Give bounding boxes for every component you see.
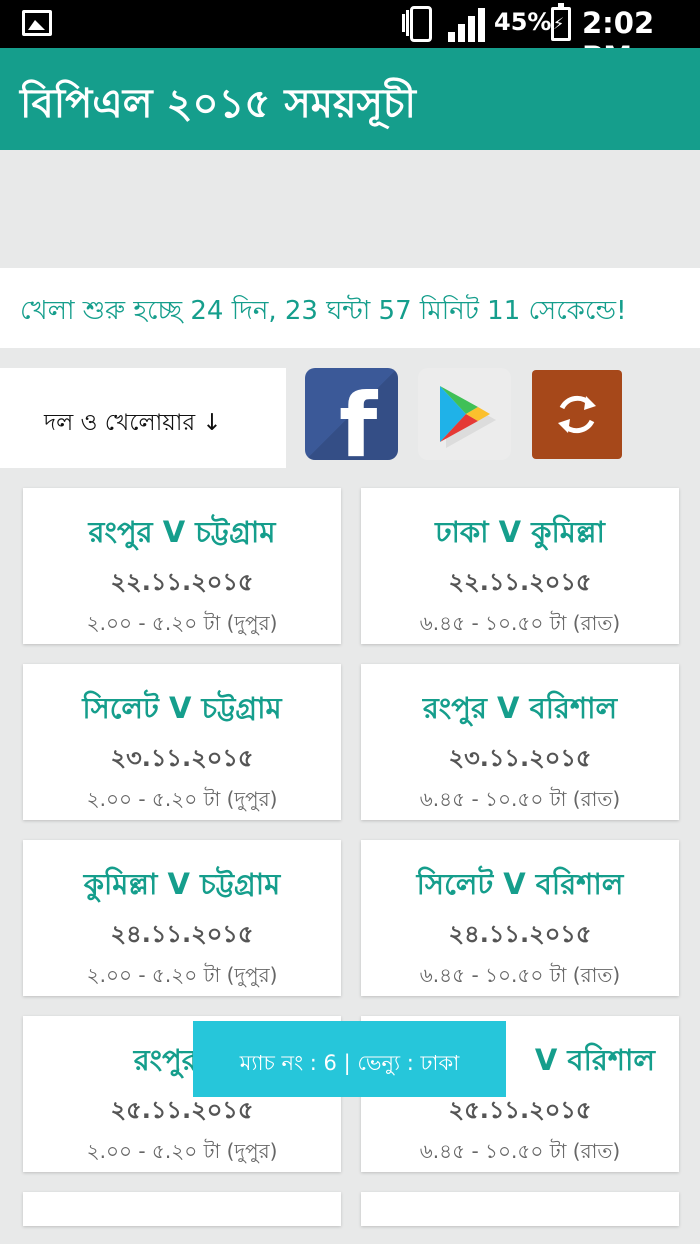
match-time: ৬.৪৫ - ১০.৫০ টা (রাত) <box>419 1139 621 1163</box>
toast: ম্যাচ নং : 6 | ভেন্যু : ঢাকা <box>193 1021 506 1097</box>
match-time: ৬.৪৫ - ১০.৫০ টা (রাত) <box>419 963 621 987</box>
status-bar: 45% 2:02 PM <box>0 0 700 74</box>
gallery-icon <box>22 10 52 36</box>
match-card[interactable]: রংপুর V বরিশাল ২৩.১১.২০১৫ ৬.৪৫ - ১০.৫০ ট… <box>361 664 679 820</box>
match-teams: রংপুর V বরিশাল <box>422 691 618 725</box>
match-time: ৬.৪৫ - ১০.৫০ টা (রাত) <box>419 787 621 811</box>
refresh-icon <box>558 395 596 434</box>
match-card[interactable]: সিলেট V বরিশাল ২৪.১১.২০১৫ ৬.৪৫ - ১০.৫০ ট… <box>361 840 679 996</box>
google-play-icon <box>440 386 496 448</box>
teams-players-label: দল ও খেলোয়ার ↓ <box>44 410 222 436</box>
match-date: ২৪.১১.২০১৫ <box>110 920 254 948</box>
app-title: বিপিএল ২০১৫ সময়সূচী <box>20 81 416 127</box>
match-teams: কুমিল্লা V চট্টগ্রাম <box>83 867 281 901</box>
match-card[interactable]: কুমিল্লা V চট্টগ্রাম ২৪.১১.২০১৫ ২.০০ - ৫… <box>23 840 341 996</box>
match-date: ২২.১১.২০১৫ <box>110 568 254 596</box>
match-date: ২২.১১.২০১৫ <box>448 568 592 596</box>
facebook-icon: f <box>339 374 378 461</box>
match-time: ২.০০ - ৫.২০ টা (দুপুর) <box>86 963 278 987</box>
match-teams: সিলেট V চট্টগ্রাম <box>82 691 282 725</box>
facebook-button[interactable]: f <box>305 368 398 460</box>
match-time: ২.০০ - ৫.২০ টা (দুপুর) <box>86 1139 278 1163</box>
toast-message: ম্যাচ নং : 6 | ভেন্যু : ঢাকা <box>239 1051 460 1075</box>
match-teams: রংপুর V চট্টগ্রাম <box>88 515 276 549</box>
app-bar: বিপিএল ২০১৫ সময়সূচী <box>0 48 700 150</box>
signal-icon <box>448 6 490 42</box>
teams-players-button[interactable]: দল ও খেলোয়ার ↓ <box>0 368 286 468</box>
match-date: ২৩.১১.২০১৫ <box>110 744 254 772</box>
match-time: ২.০০ - ৫.২০ টা (দুপুর) <box>86 611 278 635</box>
match-teams: সিলেট V বরিশাল <box>416 867 624 901</box>
match-card-partial[interactable] <box>361 1192 679 1226</box>
countdown-text: খেলা শুরু হচ্ছে 24 দিন, 23 ঘন্টা 57 মিনি… <box>20 296 627 326</box>
match-card[interactable]: রংপুর V চট্টগ্রাম ২২.১১.২০১৫ ২.০০ - ৫.২০… <box>23 488 341 644</box>
match-card[interactable]: সিলেট V চট্টগ্রাম ২৩.১১.২০১৫ ২.০০ - ৫.২০… <box>23 664 341 820</box>
battery-charging-icon <box>551 3 571 41</box>
refresh-button[interactable] <box>532 370 622 459</box>
match-teams: ঢাকা V কুমিল্লা <box>435 515 605 549</box>
phone-vibrate-icon <box>402 6 436 42</box>
match-card-partial[interactable] <box>23 1192 341 1226</box>
match-date: ২৫.১১.২০১৫ <box>448 1096 592 1124</box>
match-date: ২৪.১১.২০১৫ <box>448 920 592 948</box>
match-date: ২৫.১১.২০১৫ <box>110 1096 254 1124</box>
battery-percent: 45% <box>494 8 552 36</box>
match-card[interactable]: ঢাকা V কুমিল্লা ২২.১১.২০১৫ ৬.৪৫ - ১০.৫০ … <box>361 488 679 644</box>
match-time: ৬.৪৫ - ১০.৫০ টা (রাত) <box>419 611 621 635</box>
match-teams: V বরিশাল <box>534 1043 655 1077</box>
match-date: ২৩.১১.২০১৫ <box>448 744 592 772</box>
google-play-button[interactable] <box>418 368 511 460</box>
countdown-banner: খেলা শুরু হচ্ছে 24 দিন, 23 ঘন্টা 57 মিনি… <box>0 268 700 348</box>
match-time: ২.০০ - ৫.২০ টা (দুপুর) <box>86 787 278 811</box>
